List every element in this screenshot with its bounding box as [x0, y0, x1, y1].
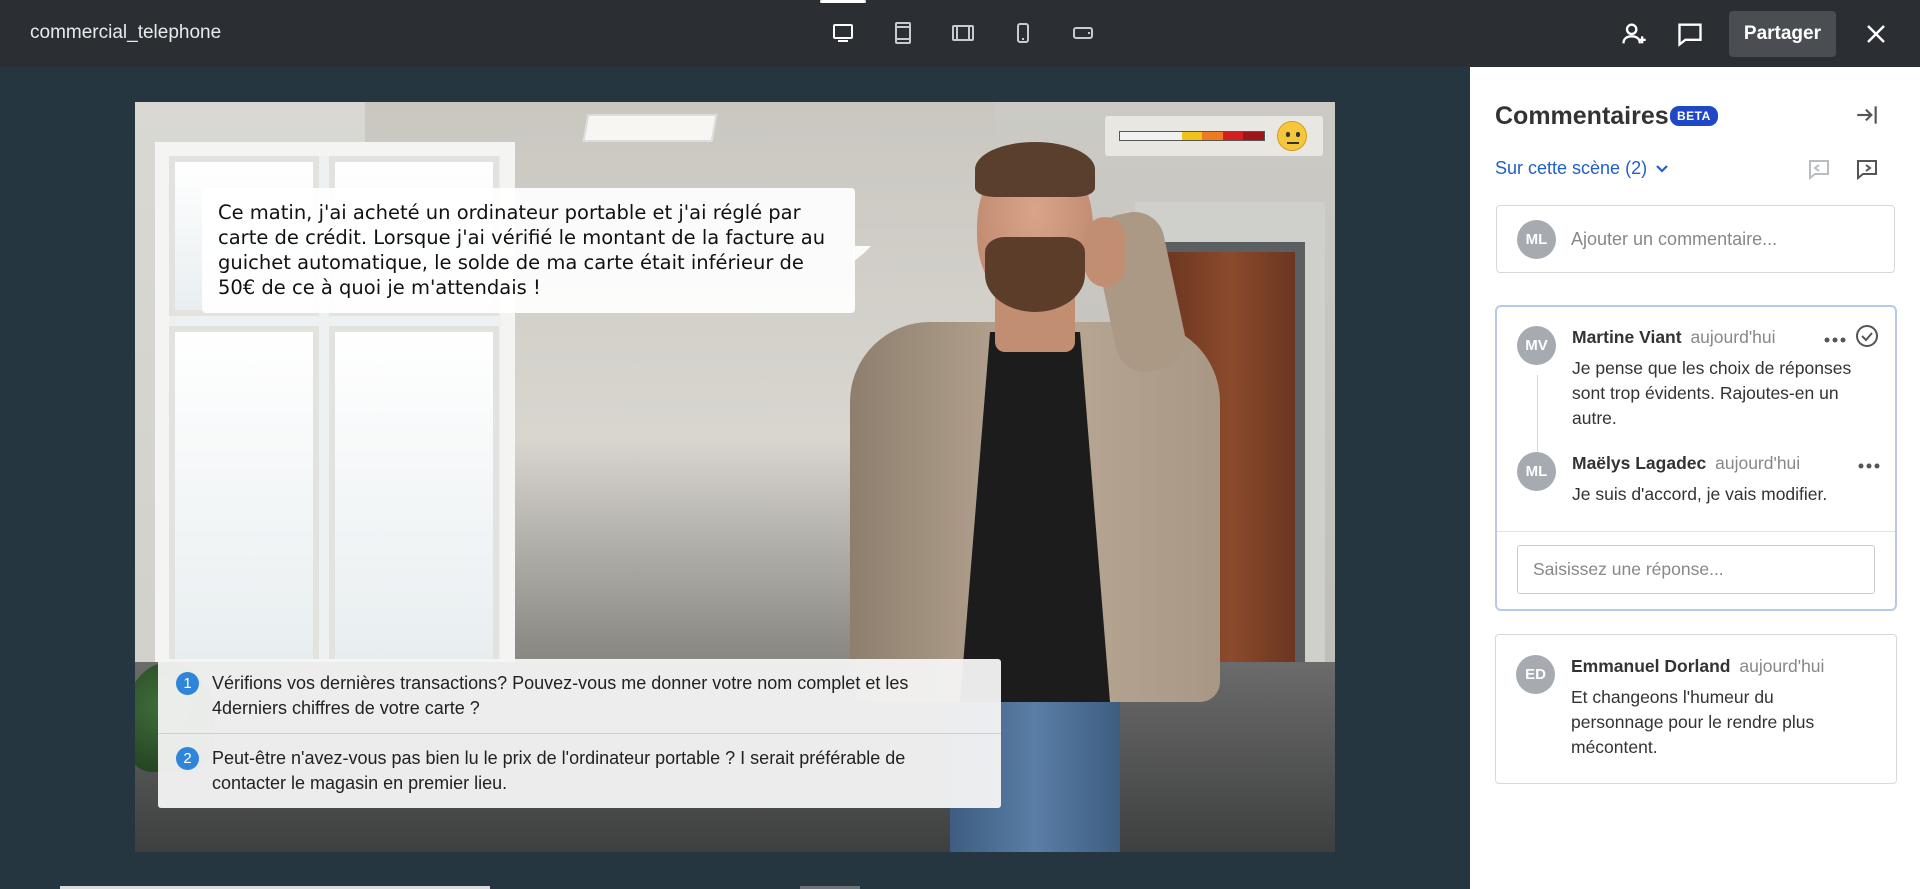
reply-menu-button[interactable]	[1857, 457, 1881, 475]
mood-segment	[1222, 132, 1244, 140]
comment-text: Et changeons l'humeur du personnage pour…	[1571, 687, 1815, 757]
mood-segment	[1243, 132, 1265, 140]
comment-time: aujourd'hui	[1739, 656, 1825, 676]
avatar: ML	[1517, 452, 1556, 491]
comments-toggle-button[interactable]	[1667, 11, 1713, 57]
check-circle-icon	[1856, 325, 1878, 347]
tablet-portrait-icon	[895, 22, 911, 44]
phone-landscape-view-button[interactable]	[1062, 14, 1104, 52]
resolve-thread-button[interactable]	[1855, 324, 1879, 353]
previous-comment-icon	[1809, 160, 1829, 181]
comment-icon	[1678, 23, 1702, 47]
close-button[interactable]	[1856, 11, 1896, 57]
choice-1[interactable]: 1 Vérifions vos dernières transactions? …	[158, 659, 1001, 733]
choice-text: Peut-être n'avez-vous pas bien lu le pri…	[212, 748, 906, 793]
comment-text: Je suis d'accord, je vais modifier.	[1572, 484, 1828, 504]
panel-title: Commentaires	[1495, 102, 1669, 130]
scene-preview: Ce matin, j'ai acheté un ordinateur port…	[135, 102, 1335, 852]
mood-segment	[1140, 132, 1162, 140]
next-comment-button[interactable]	[1855, 157, 1879, 186]
more-options-icon	[1824, 337, 1846, 343]
mood-segment	[1120, 132, 1141, 140]
more-options-icon	[1858, 463, 1880, 469]
mood-meter	[1105, 116, 1323, 156]
scene-filter-dropdown[interactable]: Sur cette scène (2)	[1495, 158, 1669, 179]
project-title: commercial_telephone	[30, 22, 222, 43]
choice-2[interactable]: 2 Peut-être n'avez-vous pas bien lu le p…	[158, 733, 1001, 808]
speech-text: Ce matin, j'ai acheté un ordinateur port…	[218, 201, 826, 299]
speech-bubble: Ce matin, j'ai acheté un ordinateur port…	[202, 188, 871, 313]
mood-segment	[1161, 132, 1182, 140]
beta-badge: BETA	[1670, 106, 1718, 126]
tablet-landscape-icon	[952, 25, 974, 41]
tablet-landscape-view-button[interactable]	[942, 14, 984, 52]
reply-input[interactable]: Saisissez une réponse...	[1517, 545, 1875, 594]
add-comment-placeholder: Ajouter un commentaire...	[1571, 228, 1778, 249]
comments-panel: Commentaires BETA Sur cette scène (2) ML…	[1470, 67, 1920, 889]
comment-time: aujourd'hui	[1690, 327, 1776, 347]
avatar: ED	[1516, 655, 1555, 694]
filter-label: Sur cette scène (2)	[1495, 158, 1648, 178]
phone-portrait-icon	[1017, 23, 1029, 43]
device-preview-switcher	[820, 0, 1104, 52]
next-comment-icon	[1857, 160, 1877, 181]
phone-landscape-icon	[1073, 27, 1093, 39]
tablet-portrait-view-button[interactable]	[882, 14, 924, 52]
comment-time: aujourd'hui	[1715, 453, 1801, 473]
mood-segment	[1202, 132, 1223, 140]
invite-user-button[interactable]	[1611, 11, 1657, 57]
desktop-icon	[833, 24, 853, 42]
choice-number-badge: 1	[176, 672, 199, 695]
phone-portrait-view-button[interactable]	[1002, 14, 1044, 52]
top-bar: commercial_telephone Partager	[0, 0, 1920, 67]
choice-number-badge: 2	[176, 747, 199, 770]
mood-segment	[1181, 132, 1203, 140]
close-icon	[1867, 25, 1885, 43]
previous-comment-button[interactable]	[1807, 157, 1831, 186]
add-comment-field[interactable]: ML Ajouter un commentaire...	[1496, 205, 1895, 273]
comment-thread: MV Martine Viant aujourd'hui Je pense qu…	[1495, 305, 1897, 611]
reply-placeholder: Saisissez une réponse...	[1533, 559, 1724, 579]
collapse-panel-button[interactable]	[1854, 102, 1880, 133]
share-button[interactable]: Partager	[1728, 11, 1836, 57]
avatar: MV	[1517, 326, 1556, 365]
mood-bar	[1119, 131, 1265, 141]
neutral-face-icon	[1277, 121, 1307, 151]
choice-text: Vérifions vos dernières transactions? Po…	[212, 673, 909, 718]
collapse-panel-icon	[1857, 106, 1877, 124]
chevron-down-icon	[1656, 164, 1668, 173]
comment-card: ED Emmanuel Dorland aujourd'hui Et chang…	[1495, 634, 1897, 784]
comment-author: Maëlys Lagadec	[1572, 453, 1707, 473]
top-actions: Partager	[1611, 11, 1920, 57]
desktop-view-button[interactable]	[820, 0, 866, 52]
comment-author: Martine Viant	[1572, 327, 1682, 347]
answer-choices: 1 Vérifions vos dernières transactions? …	[158, 659, 1001, 808]
avatar: ML	[1517, 219, 1556, 259]
add-user-icon	[1622, 23, 1646, 44]
comment-author: Emmanuel Dorland	[1571, 656, 1731, 676]
comment-menu-button[interactable]	[1823, 331, 1847, 349]
comment-text: Je pense que les choix de réponses sont …	[1572, 358, 1852, 428]
